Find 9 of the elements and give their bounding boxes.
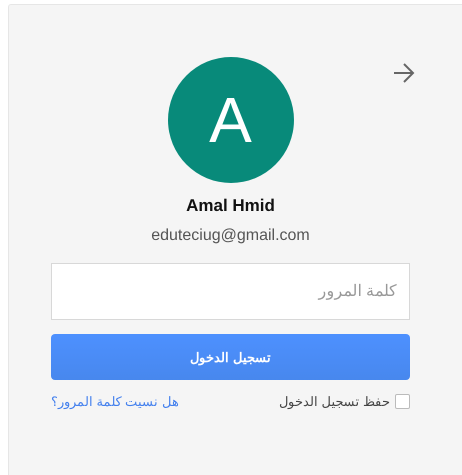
remember-label: حفظ تسجيل الدخول	[278, 394, 390, 409]
forgot-password-link[interactable]: هل نسيت كلمة المرور؟	[51, 394, 179, 409]
avatar: A	[168, 57, 294, 183]
account-name: Amal Hmid	[186, 196, 275, 216]
arrow-right-icon[interactable]	[393, 63, 415, 83]
password-field[interactable]: كلمة المرور	[51, 263, 410, 320]
checkbox[interactable]	[395, 394, 410, 409]
sign-in-button[interactable]: تسجيل الدخول	[51, 334, 410, 380]
account-email: eduteciug@gmail.com	[151, 227, 310, 245]
